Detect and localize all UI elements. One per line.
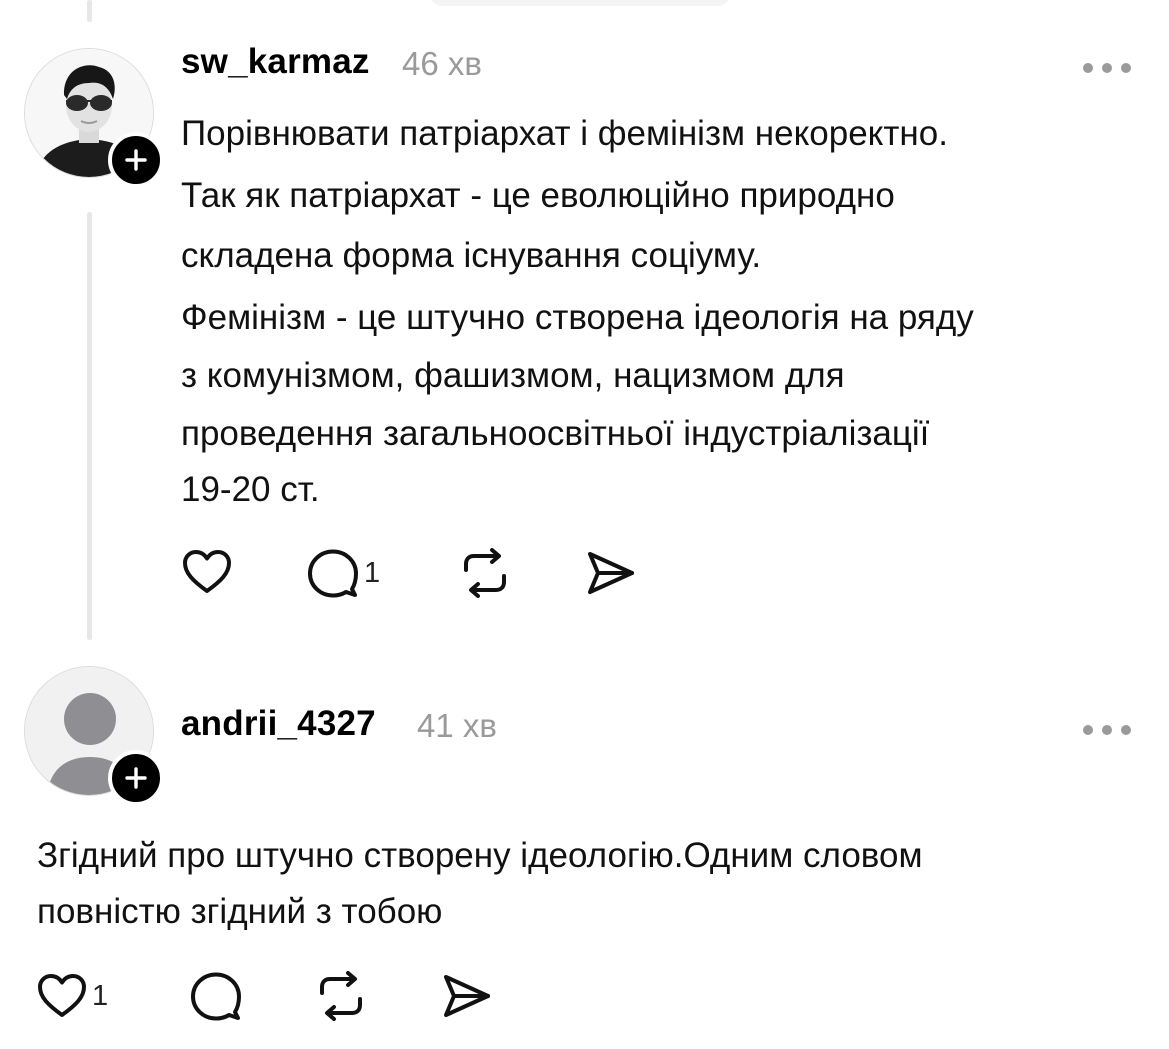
plus-icon	[125, 149, 147, 171]
reply-button[interactable]	[189, 971, 243, 1021]
comment-text-line-7: 19-20 ст.	[181, 470, 320, 509]
timestamp: 46 хв	[402, 45, 482, 82]
repost-icon	[320, 971, 362, 1021]
comment-text-line-4: Фемінізм - це штучно створена ідеологія …	[181, 298, 974, 337]
send-icon	[588, 552, 634, 594]
comment-text-line-1: Згідний про штучно створену ідеологію.Од…	[37, 836, 923, 875]
share-button[interactable]	[440, 971, 494, 1021]
timestamp: 41 хв	[417, 707, 497, 744]
comment-text-line-2: Так як патріархат - це еволюційно природ…	[181, 176, 895, 215]
comment-text-line-2: повністю згідний з тобою	[37, 892, 443, 931]
send-icon	[444, 975, 490, 1017]
reply-count: 1	[364, 556, 381, 589]
like-button[interactable]: 1	[36, 972, 108, 1020]
repost-icon	[464, 548, 506, 598]
username[interactable]: andrii_4327	[181, 704, 376, 744]
comment-text-line-5: з комунізмом, фашизмом, нацизмом для	[181, 356, 845, 395]
plus-icon	[125, 767, 147, 789]
like-count: 1	[92, 979, 109, 1012]
thread-line-connector	[87, 212, 92, 640]
heart-icon	[38, 974, 86, 1017]
reply-button[interactable]: 1	[306, 548, 380, 598]
repost-button[interactable]	[314, 971, 368, 1021]
more-options-button[interactable]	[1083, 58, 1131, 78]
comment-text-line-3: складена форма існування соціуму.	[181, 236, 762, 275]
ellipsis-icon	[1083, 63, 1093, 73]
follow-button[interactable]	[108, 132, 164, 188]
username[interactable]: sw_karmaz	[181, 42, 370, 82]
more-options-button[interactable]	[1083, 720, 1131, 740]
heart-icon	[183, 550, 231, 593]
speech-bubble-icon	[191, 972, 241, 1021]
ellipsis-icon	[1083, 725, 1093, 735]
share-button[interactable]	[584, 548, 638, 598]
comment-text-line-1: Порівнювати патріархат і фемінізм некоре…	[181, 114, 948, 153]
speech-bubble-icon	[308, 549, 358, 598]
follow-button[interactable]	[108, 750, 164, 806]
like-button[interactable]	[181, 548, 233, 596]
repost-button[interactable]	[458, 548, 512, 598]
thread-line-top	[87, 0, 92, 22]
top-edge-fade	[430, 0, 730, 6]
comment-text-line-6: проведення загальноосвітньої індустріалі…	[181, 414, 930, 453]
